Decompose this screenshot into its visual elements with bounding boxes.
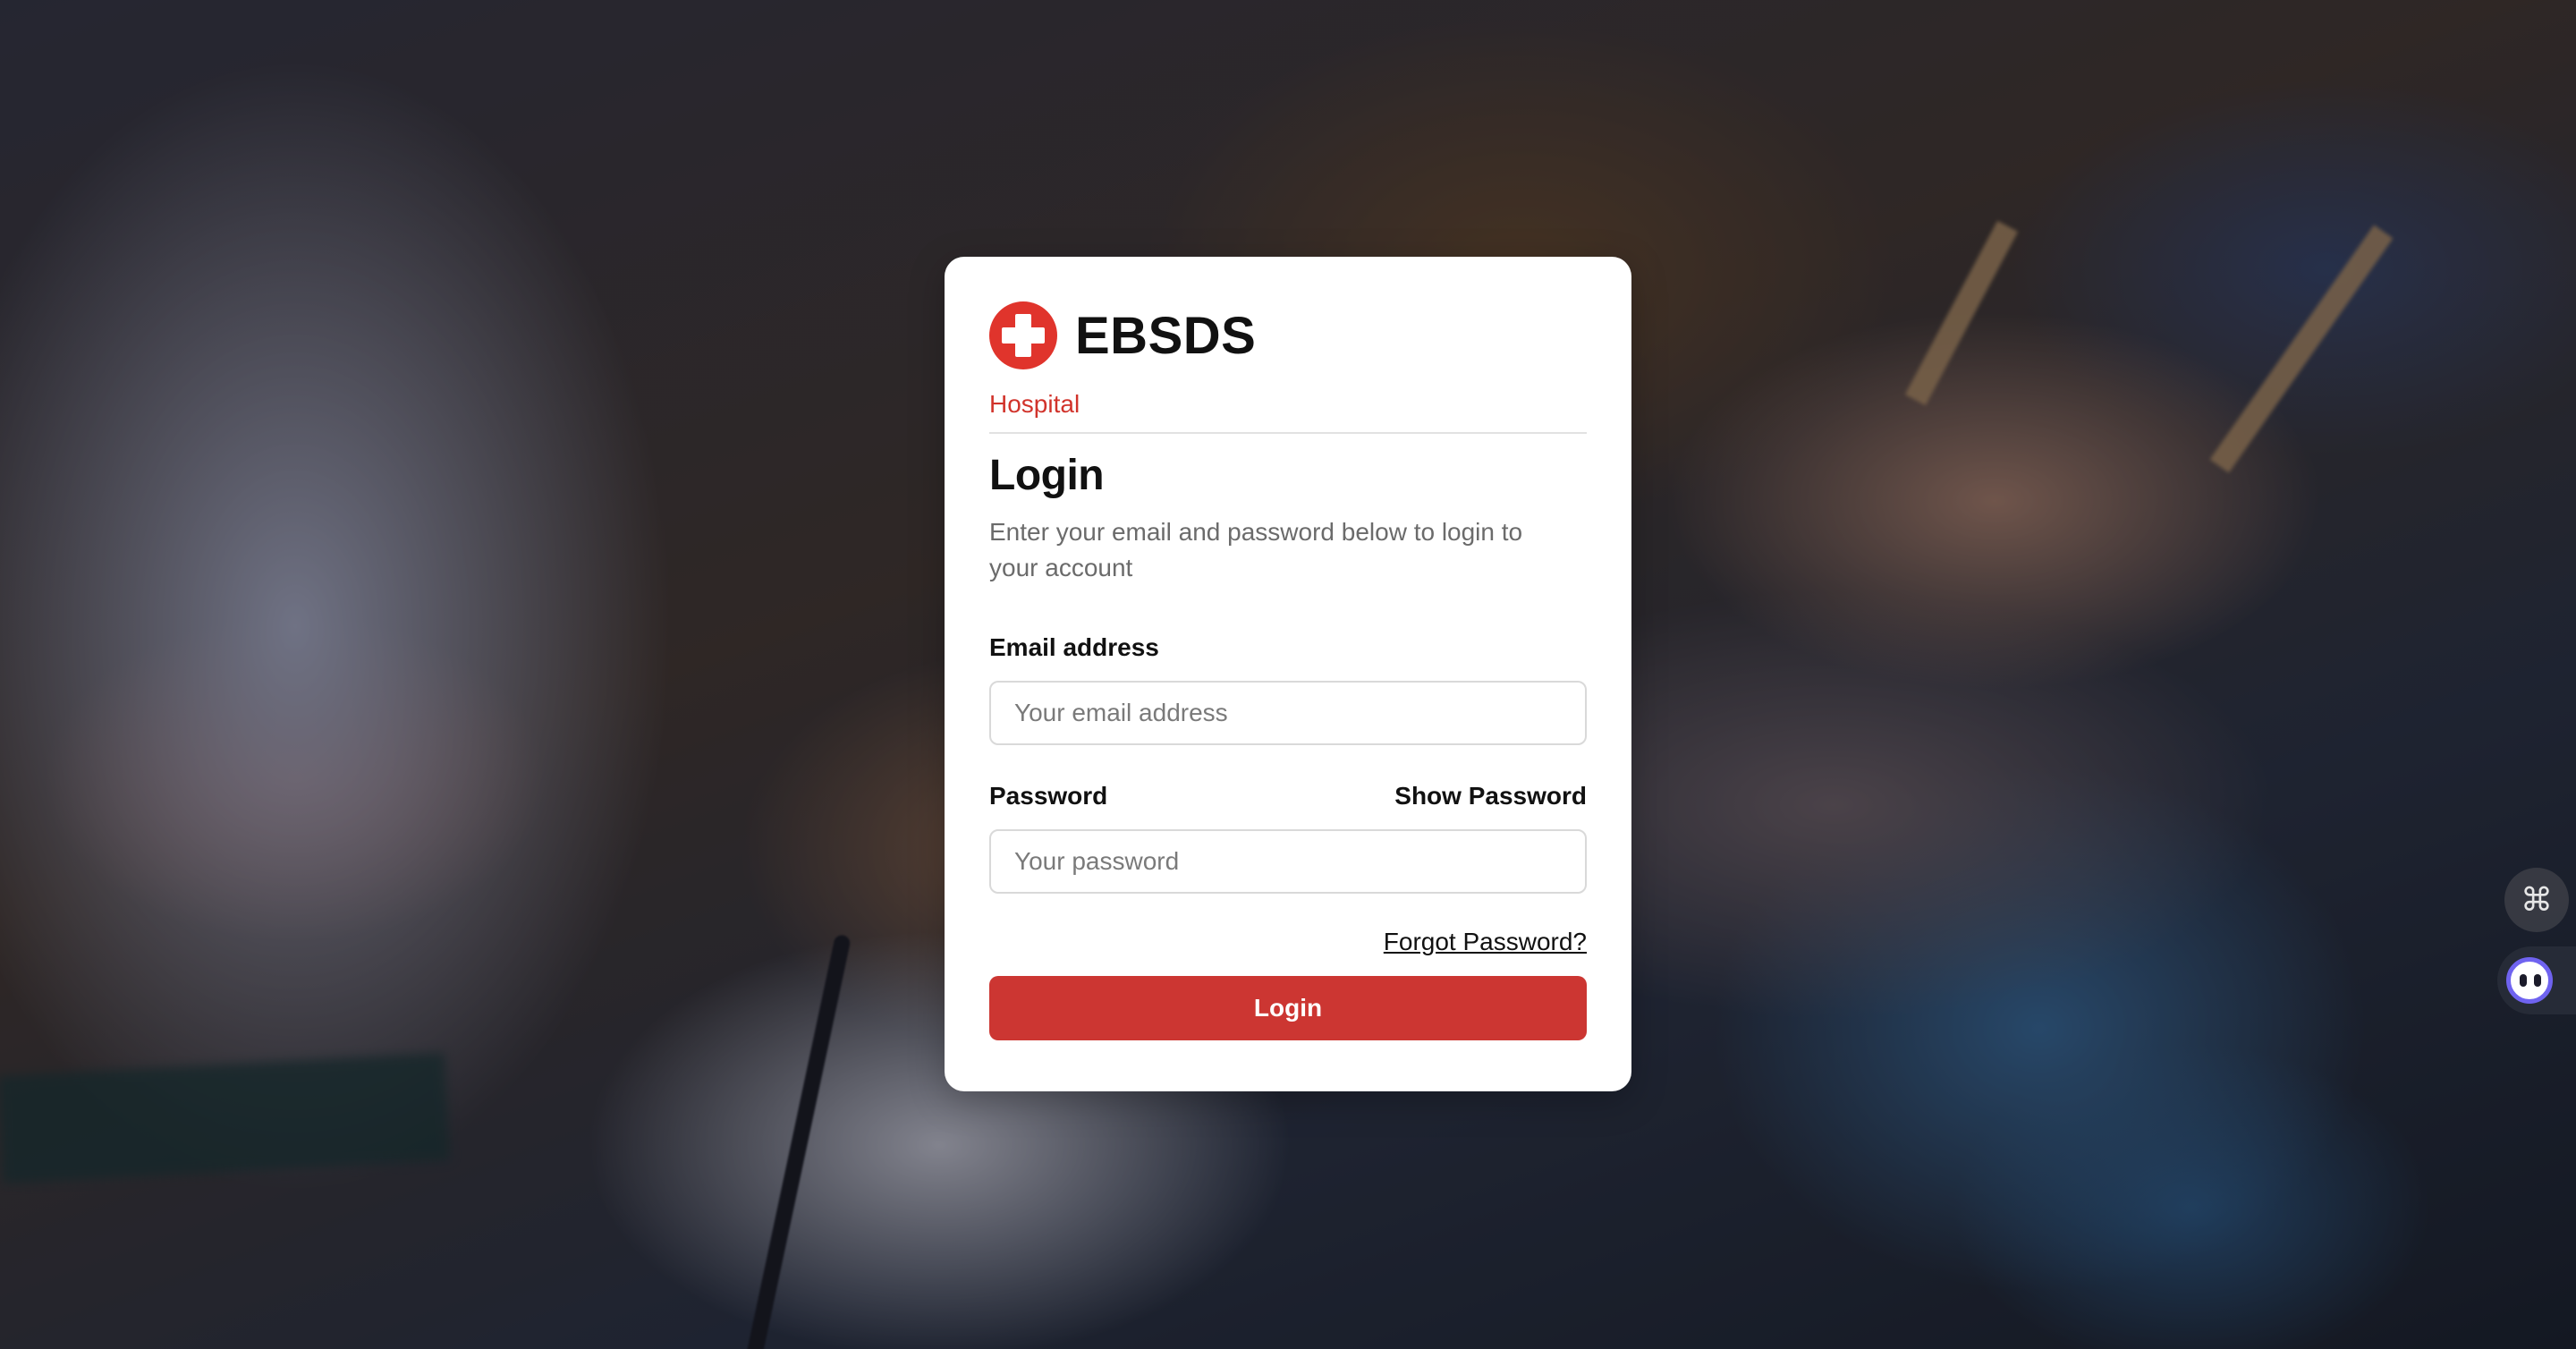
email-label: Email address: [989, 633, 1159, 661]
password-label-row: Password Show Password: [989, 781, 1587, 811]
forgot-password-link[interactable]: Forgot Password?: [1384, 928, 1587, 955]
password-label: Password: [989, 782, 1108, 810]
brand-subtitle: Hospital: [989, 390, 1080, 418]
brand-name: EBSDS: [1075, 306, 1257, 365]
page-description: Enter your email and password below to l…: [989, 518, 1523, 581]
login-page: EBSDS Hospital Login Enter your email an…: [0, 0, 2576, 1349]
brand-header: EBSDS: [989, 301, 1587, 369]
medical-cross-icon: [989, 301, 1057, 369]
password-field[interactable]: [989, 829, 1587, 894]
email-label-row: Email address: [989, 632, 1587, 663]
login-button[interactable]: Login: [989, 976, 1587, 1040]
command-icon[interactable]: ⌘: [2504, 868, 2569, 932]
email-field[interactable]: [989, 681, 1587, 745]
page-title: Login: [989, 452, 1105, 499]
divider: [989, 432, 1587, 434]
assistant-bot-icon[interactable]: [2497, 946, 2576, 1014]
forgot-password-row: Forgot Password?: [989, 928, 1587, 958]
login-card: EBSDS Hospital Login Enter your email an…: [945, 257, 1631, 1091]
show-password-toggle[interactable]: Show Password: [1394, 781, 1587, 811]
